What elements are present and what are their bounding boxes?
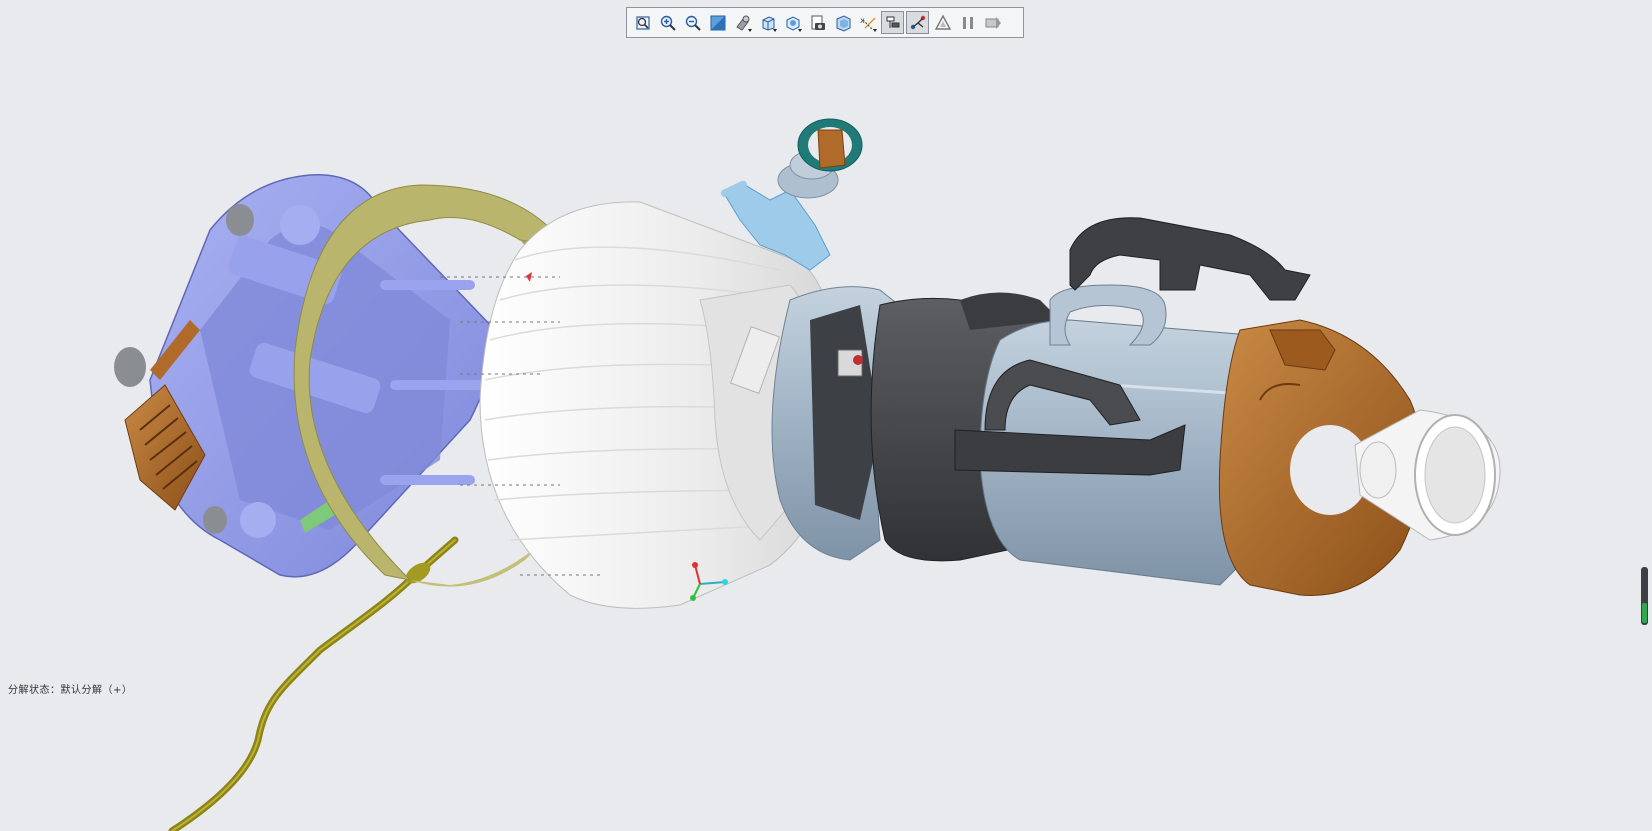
snapshot-button[interactable] (806, 11, 829, 34)
spin-center-icon (985, 16, 1001, 29)
offset-lines-button[interactable] (906, 11, 929, 34)
dropdown-caret-icon (773, 29, 777, 32)
zoom-level-fill (1642, 602, 1647, 623)
explode-state-label: 分解状态：默认分解（+） (8, 685, 133, 696)
zoom-in-icon (660, 15, 676, 31)
section-button[interactable] (706, 11, 729, 34)
pause-icon (962, 16, 973, 29)
offset-lines-icon (910, 15, 925, 29)
zoom-out-icon (685, 15, 701, 31)
triangle-icon (934, 14, 951, 30)
zoom-fit-button[interactable] (631, 11, 654, 34)
power-cable-part[interactable] (168, 536, 459, 831)
datum-display-button[interactable]: x (856, 11, 879, 34)
zoom-scrollbar[interactable] (1641, 567, 1648, 625)
view-orientation-button[interactable] (781, 11, 804, 34)
perspective-button[interactable] (831, 11, 854, 34)
dropdown-caret-icon (748, 29, 752, 32)
pause-button[interactable] (956, 11, 979, 34)
explode-icon (886, 16, 899, 28)
section-icon (710, 15, 725, 30)
named-view-button[interactable] (756, 11, 779, 34)
spin-center-button[interactable] (981, 11, 1004, 34)
zoom-in-button[interactable] (656, 11, 679, 34)
dropdown-caret-icon (873, 29, 877, 32)
view-toolbar: x (626, 7, 1024, 38)
model-viewport[interactable] (0, 0, 1652, 831)
display-style-button[interactable] (731, 11, 754, 34)
annotation-button[interactable] (931, 11, 954, 34)
explode-view-button[interactable] (881, 11, 904, 34)
zoom-out-button[interactable] (681, 11, 704, 34)
camera-icon (811, 15, 825, 30)
zoom-fit-icon (635, 15, 650, 30)
dropdown-caret-icon (798, 29, 802, 32)
perspective-icon (836, 14, 850, 32)
